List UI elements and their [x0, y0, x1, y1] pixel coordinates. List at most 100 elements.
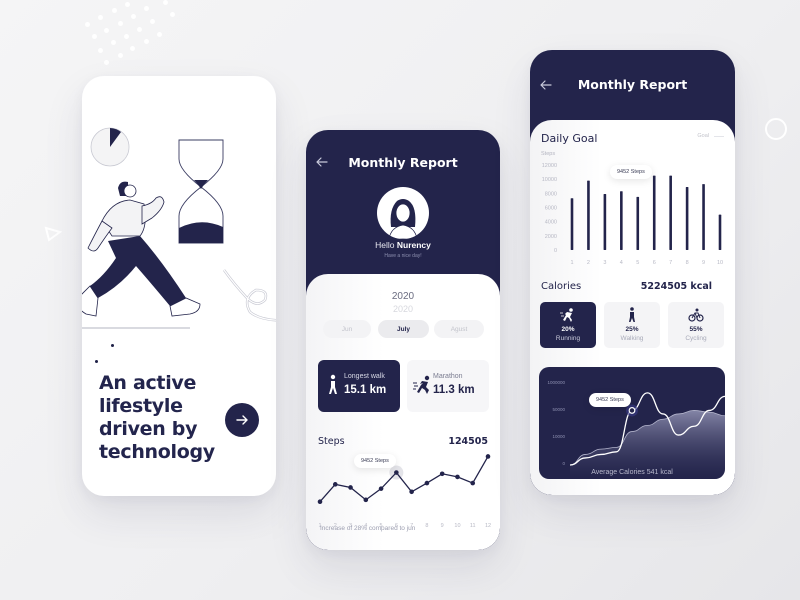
- x-tick-label: 4: [620, 260, 623, 266]
- report-panel: 2020 2020 Jun July Agust Longest walk 15…: [306, 274, 500, 550]
- avatar[interactable]: [377, 187, 429, 239]
- steps-series-line: [319, 456, 489, 503]
- y-tick-label: 50000: [552, 407, 565, 412]
- average-calories-card: 0 10000 50000 1000000 9452 Steps Average Ca…: [539, 367, 725, 479]
- activity-name: Walking: [620, 335, 644, 342]
- stat-label: Longest walk: [344, 373, 385, 380]
- decorative-dot: [131, 14, 136, 19]
- decorative-dot: [104, 60, 109, 65]
- activity-name: Cycling: [685, 335, 707, 342]
- goal-legend-label: Goal: [697, 133, 709, 139]
- headline-line: driven by: [99, 418, 198, 440]
- running-icon: [560, 308, 573, 322]
- activity-percent: 25%: [625, 326, 639, 333]
- page-title: Monthly Report: [577, 77, 688, 92]
- steps-data-point: [424, 480, 430, 486]
- steps-data-point: [363, 497, 369, 503]
- steps-data-point: [485, 454, 491, 459]
- decorative-dot: [144, 39, 149, 44]
- decorative-dot: [137, 27, 142, 32]
- y-tick-label: 10000: [552, 434, 565, 439]
- decorative-dot: [150, 19, 155, 24]
- decorative-dot: [98, 48, 103, 53]
- greeting-prefix: Hello: [375, 240, 395, 250]
- activity-card-cycling[interactable]: 55% Cycling: [668, 302, 724, 348]
- x-tick-label: 9: [441, 523, 444, 529]
- steps-note: Increase of 28% compared to jun: [320, 525, 416, 532]
- y-tick-label: 6000: [545, 206, 557, 212]
- year-picker-next[interactable]: 2020: [306, 304, 500, 314]
- calories-title: Calories: [541, 281, 582, 292]
- activity-card-running[interactable]: 20% Running: [540, 302, 596, 348]
- greeting-subtitle: Have a nice day!: [384, 253, 422, 259]
- area-chart-tooltip: 9452 Steps: [589, 393, 631, 407]
- decorative-dot: [111, 40, 116, 45]
- walking-icon: [629, 307, 635, 322]
- decorative-dot: [95, 360, 98, 363]
- monthly-report-goals-screen: Monthly Report Daily Goal Goal Steps 0 20…: [530, 50, 735, 495]
- x-tick-label: 10: [454, 523, 460, 529]
- x-tick-label: 10: [717, 260, 723, 266]
- onboarding-screen: An active lifestyle driven by technology: [82, 76, 276, 496]
- y-tick-label: 2000: [545, 234, 557, 240]
- y-tick-label: 0: [554, 248, 557, 254]
- steps-data-point: [439, 471, 445, 477]
- stat-card-longest-walk[interactable]: Longest walk 15.1 km: [318, 360, 400, 412]
- stat-card-marathon[interactable]: Marathon 11.3 km: [407, 360, 489, 412]
- decorative-dot: [118, 53, 123, 58]
- decorative-dot: [111, 344, 114, 347]
- decorative-dot: [118, 21, 123, 26]
- daily-goal-bar: [669, 175, 672, 250]
- decorative-dot: [157, 32, 162, 37]
- decorative-dot: [112, 8, 117, 13]
- stat-label: Marathon: [433, 373, 463, 380]
- average-calories-area-chart: 0 10000 50000 1000000: [547, 380, 725, 479]
- arrow-right-icon: [236, 415, 248, 425]
- stat-value: 15.1 km: [344, 384, 387, 396]
- steps-title: Steps: [318, 436, 345, 447]
- daily-goal-bar: [570, 198, 574, 250]
- greeting: Hello Nurency: [306, 240, 500, 250]
- headline-line: technology: [99, 441, 215, 463]
- average-calories-caption: Average Calories 541 kcal: [591, 469, 673, 476]
- x-tick-label: 3: [603, 260, 606, 266]
- headline-line: lifestyle: [99, 395, 183, 417]
- walking-icon: [329, 374, 337, 394]
- stat-value: 11.3 km: [433, 384, 475, 396]
- decorative-dot: [85, 22, 90, 27]
- monthly-report-profile-screen: Monthly Report Hello Nurency Have a nice…: [306, 130, 500, 550]
- y-tick-label: 1000000: [547, 380, 565, 385]
- running-icon: [413, 375, 430, 394]
- goal-legend-swatch: [714, 136, 724, 137]
- steps-data-point: [378, 486, 384, 491]
- highlight-point: [628, 407, 636, 414]
- month-tab-july[interactable]: July: [378, 320, 429, 338]
- daily-goal-bar: [636, 196, 640, 250]
- y-tick-label: 12000: [542, 163, 557, 169]
- steps-total: 124505: [448, 436, 488, 447]
- month-tab-agust[interactable]: Agust: [434, 320, 484, 338]
- page-title: Monthly Report: [348, 155, 458, 170]
- user-name: Nurency: [396, 240, 431, 250]
- decorative-dot: [98, 15, 103, 20]
- steps-data-point: [470, 480, 476, 486]
- steps-data-point: [455, 474, 460, 480]
- activity-card-walking[interactable]: 25% Walking: [604, 302, 660, 348]
- daily-goal-bar: [685, 186, 689, 250]
- year-picker-selected[interactable]: 2020: [306, 291, 500, 302]
- walking-person-illustration: [82, 127, 276, 329]
- decorative-dot: [170, 12, 175, 17]
- x-tick-label: 8: [425, 523, 428, 529]
- daily-goal-bar: [603, 194, 607, 250]
- month-tab-jun[interactable]: Jun: [323, 320, 371, 338]
- steps-tooltip: 9452 Steps: [354, 454, 396, 468]
- decorative-dots: [80, 0, 190, 70]
- steps-line-chart: 1 2 3 4 5 6 7 8 9 10 11 12: [317, 454, 491, 529]
- decorative-dot: [144, 6, 149, 11]
- y-tick-label: 10000: [542, 177, 557, 183]
- y-tick-label: 0: [562, 461, 565, 466]
- next-button[interactable]: [225, 403, 259, 437]
- steps-data-point: [394, 470, 399, 475]
- activity-percent: 55%: [689, 326, 703, 333]
- daily-goal-bar: [587, 180, 590, 250]
